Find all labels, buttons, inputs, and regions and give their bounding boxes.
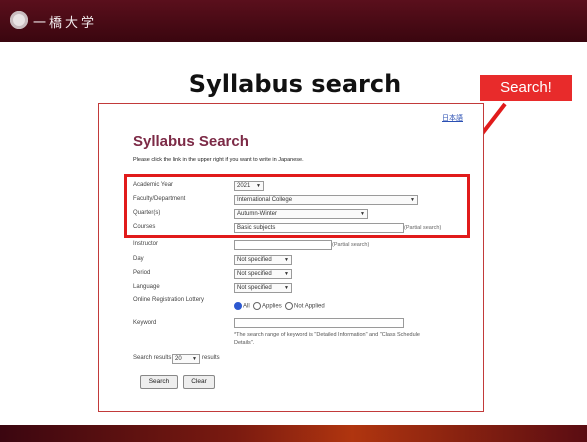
- radio-applies-label: Applies: [262, 303, 282, 310]
- language-note: Please click the link in the upper right…: [133, 157, 304, 163]
- period-select[interactable]: Not specified ▼: [234, 269, 292, 279]
- clear-button[interactable]: Clear: [183, 375, 215, 389]
- radio-not-applied-label: Not Applied: [294, 303, 325, 310]
- university-logo-text: 一橋大学: [33, 16, 98, 31]
- keyword-label: Keyword: [133, 320, 157, 326]
- slide-title: Syllabus search: [188, 70, 402, 98]
- radio-applies[interactable]: [253, 302, 262, 310]
- keyword-input[interactable]: [234, 318, 404, 328]
- results-suffix: results: [202, 355, 220, 361]
- chevron-down-icon: ▼: [192, 356, 197, 362]
- header-bar: 一橋大学: [0, 0, 587, 42]
- keyword-note: *The search range of keyword is "Detaile…: [234, 332, 420, 346]
- chevron-down-icon: ▼: [284, 285, 289, 291]
- syllabus-search-heading: Syllabus Search: [133, 133, 249, 150]
- results-count-value: 20: [175, 356, 182, 362]
- search-callout: Search!: [480, 75, 572, 101]
- search-button[interactable]: Search: [140, 375, 178, 389]
- japanese-language-link[interactable]: 日本語: [442, 113, 463, 123]
- day-label: Day: [133, 256, 144, 262]
- language-value: Not specified: [237, 285, 272, 291]
- radio-all-label: All: [243, 303, 250, 310]
- language-select[interactable]: Not specified ▼: [234, 283, 292, 293]
- day-value: Not specified: [237, 257, 272, 263]
- instructor-label: Instructor: [133, 241, 159, 247]
- chevron-down-icon: ▼: [284, 257, 289, 263]
- day-select[interactable]: Not specified ▼: [234, 255, 292, 265]
- period-value: Not specified: [237, 271, 272, 277]
- instructor-partial-search: (Partial search): [332, 242, 370, 248]
- radio-not-applied[interactable]: [285, 302, 294, 310]
- highlight-box: [124, 174, 470, 238]
- footer-bar: [0, 425, 587, 442]
- language-label: Language: [133, 284, 160, 290]
- instructor-input[interactable]: [234, 240, 332, 250]
- results-count-select[interactable]: 20 ▼: [172, 354, 200, 364]
- lottery-label: Online Registration Lottery: [133, 297, 205, 303]
- university-emblem-icon: [10, 11, 28, 29]
- chevron-down-icon: ▼: [284, 271, 289, 277]
- search-results-label: Search results: [133, 355, 172, 361]
- radio-all[interactable]: [234, 302, 242, 310]
- lottery-radio-group: All Applies Not Applied: [234, 302, 325, 310]
- period-label: Period: [133, 270, 151, 276]
